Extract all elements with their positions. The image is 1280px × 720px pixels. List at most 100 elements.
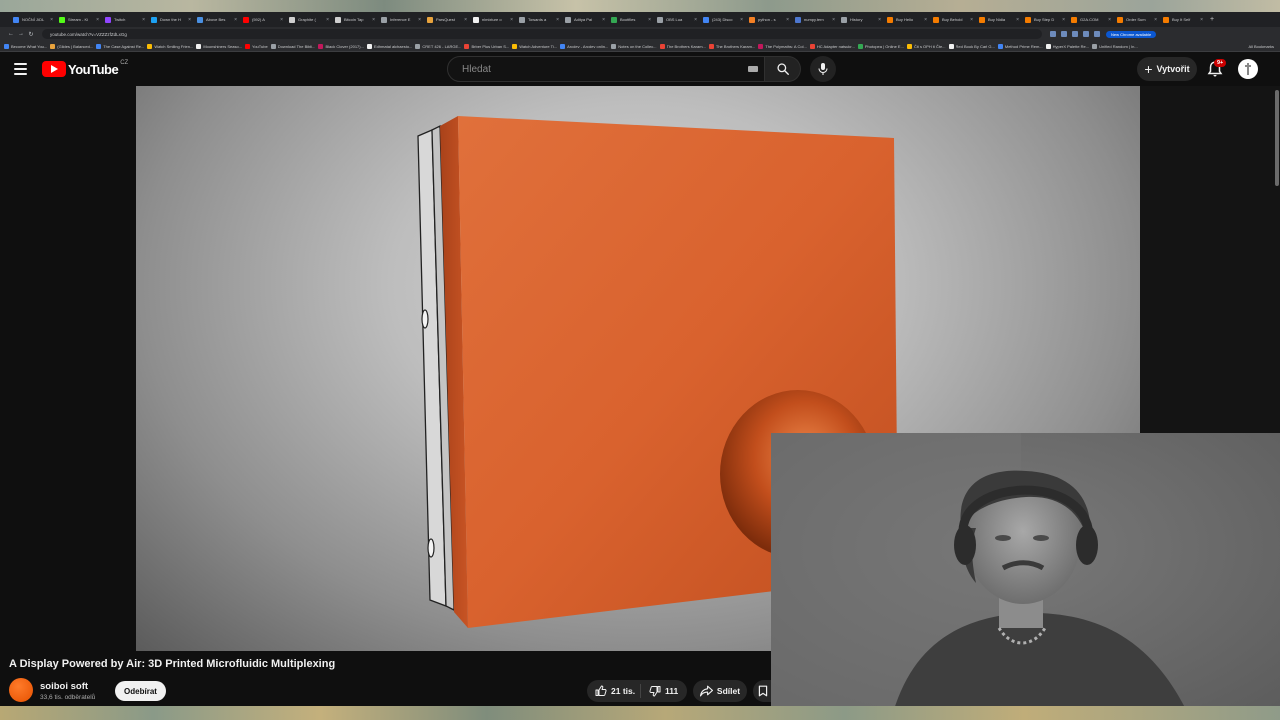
browser-tab[interactable]: Buy Behold × — [930, 13, 976, 26]
new-tab-icon[interactable]: + — [1210, 16, 1214, 23]
tab-close-icon[interactable]: × — [1062, 17, 1065, 23]
bookmark-item[interactable]: HyperX Palette Re... — [1045, 43, 1089, 49]
subscribe-button[interactable]: Odebírat — [115, 681, 166, 701]
search-box[interactable] — [447, 56, 765, 82]
tab-close-icon[interactable]: × — [878, 17, 881, 23]
tab-close-icon[interactable]: × — [1154, 17, 1157, 23]
bookmark-item[interactable]: Watch Adventure Ti... — [512, 43, 557, 49]
tab-close-icon[interactable]: × — [96, 17, 99, 23]
bookmark-item[interactable]: The Case Against Re... — [96, 43, 144, 49]
bookmark-item[interactable]: Download The Bibli... — [270, 43, 315, 49]
create-button[interactable]: + Vytvořit — [1137, 57, 1197, 81]
tab-close-icon[interactable]: × — [556, 17, 559, 23]
bookmark-item[interactable]: Moonshiners Seaso... — [196, 43, 242, 49]
browser-tab[interactable]: Aditya Pai × — [562, 13, 608, 26]
bookmark-item[interactable]: HC Adapter natsukr... — [809, 43, 855, 49]
address-bar[interactable]: youtube.com/watch?v=VZZZzfZdLxGg — [42, 29, 1042, 39]
tab-close-icon[interactable]: × — [280, 17, 283, 23]
bookmark-item[interactable]: Photopea | Online E... — [857, 43, 904, 49]
bookmark-item[interactable]: Red Book By Carl G... — [948, 43, 995, 49]
browser-tab[interactable]: Buy Nidia × — [976, 13, 1022, 26]
bookmark-item[interactable]: YouTube — [245, 43, 268, 49]
bookmark-item[interactable]: The Polymaths: A Col... — [758, 43, 807, 49]
bookmark-item[interactable]: Notes on the Collec... — [611, 43, 657, 49]
tab-close-icon[interactable]: × — [786, 17, 789, 23]
menu-icon[interactable] — [14, 63, 27, 75]
extension-icon[interactable] — [1050, 31, 1056, 37]
browser-tab[interactable]: OBS Lua × — [654, 13, 700, 26]
share-button[interactable]: Sdílet — [693, 680, 747, 702]
browser-tab[interactable]: Buy Step D × — [1022, 13, 1068, 26]
tab-close-icon[interactable]: × — [372, 17, 375, 23]
browser-tab[interactable]: G2A.COM × — [1068, 13, 1114, 26]
extension-icon[interactable] — [1072, 31, 1078, 37]
page-scrollbar[interactable] — [1275, 90, 1279, 186]
browser-tab[interactable]: Buy Helio × — [884, 13, 930, 26]
bookmark-item[interactable]: Black Clover (2017)... — [318, 43, 364, 49]
keyboard-icon[interactable] — [748, 66, 758, 72]
tab-close-icon[interactable]: × — [188, 17, 191, 23]
reload-icon[interactable]: ↻ — [26, 31, 36, 38]
bookmark-item[interactable]: Edhmatal alchaesto... — [366, 43, 412, 49]
browser-tab[interactable]: Above Bes × — [194, 13, 240, 26]
browser-tab[interactable]: (592) A × — [240, 13, 286, 26]
tab-close-icon[interactable]: × — [602, 17, 605, 23]
bookmark-item[interactable]: The Brothers Karam... — [659, 43, 706, 49]
search-button[interactable] — [765, 56, 801, 82]
youtube-logo[interactable]: YouTube CZ — [42, 60, 128, 77]
bookmark-item[interactable]: Arcdev - Arcdev onlin... — [560, 43, 608, 49]
tab-close-icon[interactable]: × — [648, 17, 651, 23]
browser-tab[interactable]: NOČNÍ JíDL × — [10, 13, 56, 26]
browser-tab[interactable]: Stream - Ki × — [56, 13, 102, 26]
bookmark-item[interactable]: Watch Smiling Frien... — [147, 43, 193, 49]
bookmark-item[interactable]: CRET 426 - LARGE... — [415, 43, 461, 49]
extension-icon[interactable] — [1061, 31, 1067, 37]
update-chrome-button[interactable]: New Chrome available — [1106, 30, 1157, 38]
bookmark-item[interactable]: Method Prime Rem... — [997, 43, 1043, 49]
back-icon[interactable]: ← — [6, 31, 16, 37]
tab-close-icon[interactable]: × — [50, 17, 53, 23]
tab-close-icon[interactable]: × — [970, 17, 973, 23]
browser-tab[interactable]: History × — [838, 13, 884, 26]
account-avatar[interactable] — [1238, 59, 1258, 79]
all-bookmarks-button[interactable]: All Bookmarks — [1248, 44, 1280, 49]
browser-tab[interactable]: Towards a × — [516, 13, 562, 26]
save-button[interactable] — [753, 680, 773, 702]
bookmark-item[interactable]: Čti s OPH ti Čte... — [906, 43, 946, 49]
tab-close-icon[interactable]: × — [694, 17, 697, 23]
browser-tab[interactable]: Down the H × — [148, 13, 194, 26]
tab-close-icon[interactable]: × — [1016, 17, 1019, 23]
browser-tab[interactable]: Bootfiles × — [608, 13, 654, 26]
tab-close-icon[interactable]: × — [234, 17, 237, 23]
tab-close-icon[interactable]: × — [1108, 17, 1111, 23]
bookmark-item[interactable]: The Brothers Karam... — [708, 43, 755, 49]
dislike-button[interactable]: 111 — [641, 685, 678, 697]
extension-icon[interactable] — [1083, 31, 1089, 37]
tab-close-icon[interactable]: × — [142, 17, 145, 23]
browser-tab[interactable]: Order Sum × — [1114, 13, 1160, 26]
tab-close-icon[interactable]: × — [510, 17, 513, 23]
bookmark-item[interactable]: (Glides | Balanced... — [50, 43, 93, 49]
tab-close-icon[interactable]: × — [418, 17, 421, 23]
browser-tab[interactable]: ParsQuest × — [424, 13, 470, 26]
tab-close-icon[interactable]: × — [832, 17, 835, 23]
tab-close-icon[interactable]: × — [740, 17, 743, 23]
browser-tab[interactable]: numpy.tern × — [792, 13, 838, 26]
search-input[interactable] — [462, 63, 732, 75]
browser-tab[interactable]: python - s × — [746, 13, 792, 26]
browser-tab[interactable]: Bitcoin Tap × — [332, 13, 378, 26]
voice-search-button[interactable] — [810, 56, 836, 82]
channel-avatar[interactable] — [9, 678, 33, 702]
tab-close-icon[interactable]: × — [464, 17, 467, 23]
extension-icon[interactable] — [1094, 31, 1100, 37]
browser-tab[interactable]: nlmixture o × — [470, 13, 516, 26]
tab-close-icon[interactable]: × — [1200, 17, 1203, 23]
bookmark-item[interactable]: Become What You... — [4, 43, 47, 49]
tab-close-icon[interactable]: × — [924, 17, 927, 23]
bookmark-item[interactable]: Unified Random | In... — [1092, 43, 1138, 49]
like-button[interactable]: 21 tis. — [587, 684, 641, 698]
browser-tab[interactable]: Graphite (× — [286, 13, 332, 26]
tab-close-icon[interactable]: × — [326, 17, 329, 23]
browser-tab[interactable]: Inference E × — [378, 13, 424, 26]
channel-name[interactable]: soiboi soft — [40, 681, 88, 692]
